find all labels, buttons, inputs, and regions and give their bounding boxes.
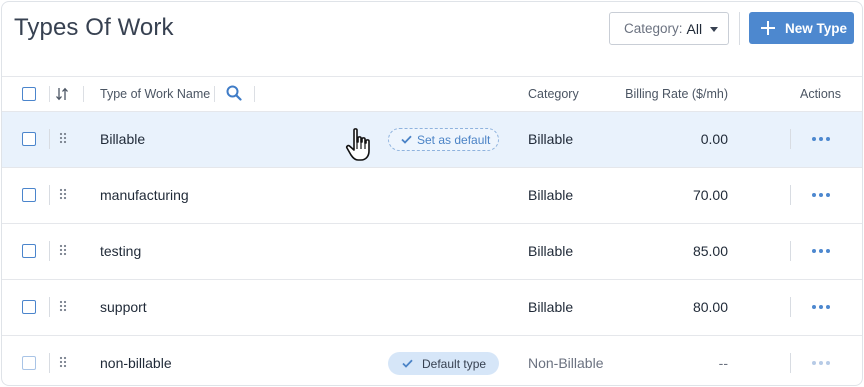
row-divider [49,129,50,149]
search-icon[interactable] [226,85,242,101]
category-filter-value: All [686,20,703,37]
sort-icon[interactable] [55,87,69,101]
page-title: Types Of Work [14,14,174,41]
check-icon [401,135,412,144]
billing-rate: 80.00 [692,299,728,315]
table-header: Type of Work Name Category Billing Rate … [2,76,862,112]
default-type-badge: Default type [388,352,499,375]
billing-rate: 85.00 [692,243,728,259]
row-divider [790,297,791,317]
drag-handle-icon[interactable] [59,244,67,256]
column-header-category[interactable]: Category [528,87,579,101]
new-type-button[interactable]: New Type [749,12,854,44]
type-name: support [100,299,147,315]
more-icon[interactable] [812,136,830,142]
row-divider [49,185,50,205]
row-divider [49,297,50,317]
row-divider [790,241,791,261]
column-divider [49,86,50,102]
row-divider [790,185,791,205]
type-category: Non-Billable [528,355,604,371]
type-category: Billable [528,243,574,259]
default-type-label: Default type [422,356,487,371]
more-icon[interactable] [812,304,830,310]
new-type-label: New Type [785,20,848,36]
row-checkbox[interactable] [22,132,36,146]
row-checkbox[interactable] [22,188,36,202]
type-name: non-billable [100,355,172,371]
column-divider [83,86,84,102]
table-row[interactable]: Billable Set as default Billable 0.00 [2,112,862,168]
billing-rate: 0.00 [700,131,728,147]
row-divider [790,353,791,373]
type-category: Billable [528,187,574,203]
drag-handle-icon[interactable] [59,356,67,368]
drag-handle-icon[interactable] [59,188,67,200]
column-header-actions: Actions [800,87,841,101]
drag-handle-icon[interactable] [59,132,67,144]
more-icon[interactable] [812,192,830,198]
row-divider [49,353,50,373]
type-name: manufacturing [100,187,189,203]
check-icon [402,359,413,368]
category-filter-label: Category: [624,21,683,36]
row-checkbox[interactable] [22,300,36,314]
type-category: Billable [528,299,574,315]
table-row[interactable]: non-billable Default type Non-Billable -… [2,336,862,385]
row-divider [790,129,791,149]
column-divider [214,86,215,102]
type-name: Billable [100,131,146,147]
column-header-billing-rate[interactable]: Billing Rate ($/mh) [625,87,728,101]
billing-rate: 70.00 [692,187,728,203]
type-category: Billable [528,131,574,147]
billing-rate: -- [718,355,728,371]
set-as-default-label: Set as default [417,132,491,147]
table-row[interactable]: support Billable 80.00 [2,280,862,336]
types-of-work-table: Type of Work Name Category Billing Rate … [2,76,862,385]
types-of-work-panel: Types Of Work Category: All New Type Typ… [1,1,863,386]
row-checkbox [22,356,36,370]
more-icon[interactable] [812,248,830,254]
column-divider [254,86,255,102]
row-checkbox[interactable] [22,244,36,258]
set-as-default-button[interactable]: Set as default [388,128,499,151]
table-row[interactable]: manufacturing Billable 70.00 [2,168,862,224]
column-header-name[interactable]: Type of Work Name [100,87,210,101]
table-row[interactable]: testing Billable 85.00 [2,224,862,280]
drag-handle-icon[interactable] [59,300,67,312]
more-icon [812,360,830,366]
type-name: testing [100,243,142,259]
plus-icon [761,21,775,35]
select-all-checkbox[interactable] [22,87,36,101]
header-divider [739,12,740,45]
chevron-down-icon [710,27,718,32]
category-filter-dropdown[interactable]: Category: All [609,12,729,45]
row-divider [49,241,50,261]
